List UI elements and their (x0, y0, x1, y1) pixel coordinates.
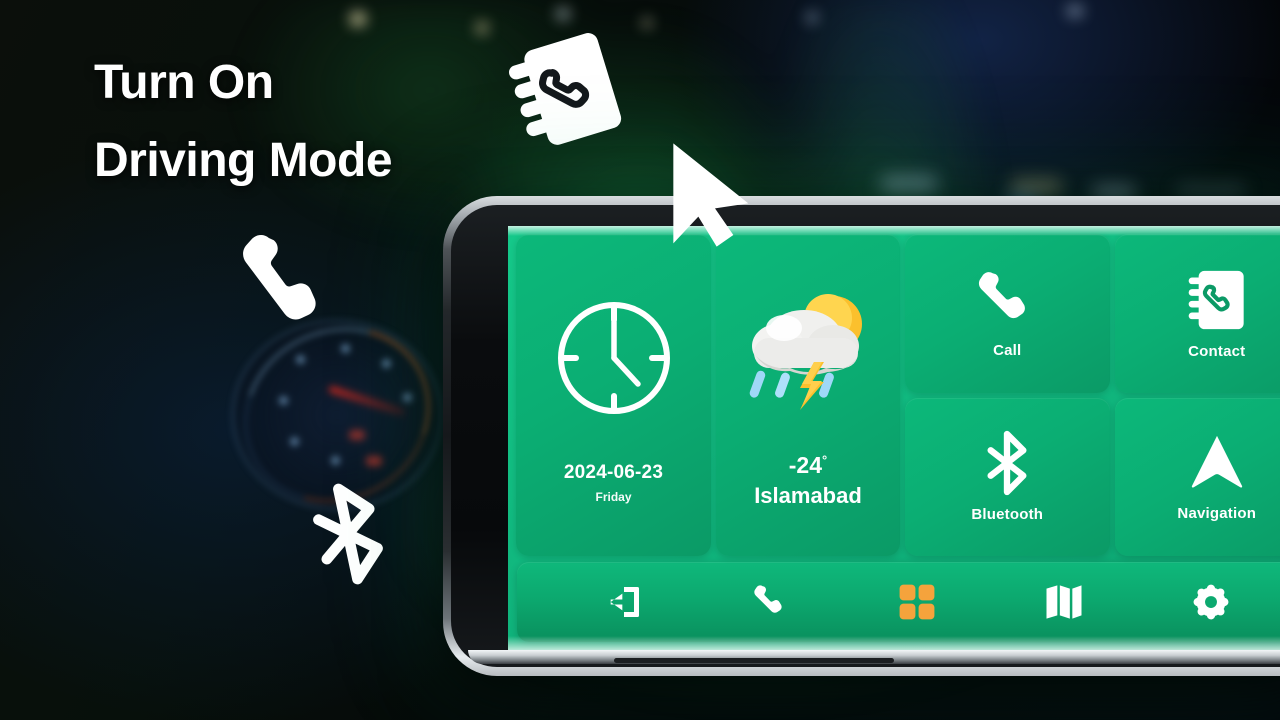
weather-temp-value: -24 (788, 451, 823, 478)
nav-item-apps[interactable] (891, 576, 943, 628)
grid-apps-icon (900, 584, 935, 620)
gear-icon (1193, 584, 1229, 620)
app-tile-row-top: Call Contact (905, 234, 1280, 393)
navigation-arrow-icon (1191, 436, 1242, 488)
phone-handset-icon (243, 235, 316, 320)
clock-date: 2024-06-23 (563, 462, 664, 483)
background-light (350, 12, 366, 26)
app-tile-column: Call Contact Bluetooth Navigation (905, 234, 1280, 556)
contacts-book-icon (1188, 270, 1244, 329)
contact-tile-label: Contact (1188, 342, 1246, 360)
call-tile-label: Call (993, 341, 1022, 359)
home-tile-grid: 2024-06-23 Friday -24° Islamabad Call Co… (512, 231, 1280, 556)
phone-handset-icon (979, 271, 1026, 318)
nav-item-settings[interactable] (1185, 576, 1237, 628)
bluetooth-tile-label: Bluetooth (971, 506, 1044, 524)
background-light (476, 22, 488, 34)
headline-line-1: Turn On (94, 56, 274, 109)
nav-item-phone[interactable] (745, 576, 797, 628)
app-tile-row-bottom: Bluetooth Navigation (905, 397, 1280, 556)
exit-door-icon (610, 587, 640, 617)
analog-clock-icon (557, 302, 670, 414)
cloud-sun-rain-lightning-icon (749, 293, 862, 410)
navigation-tile[interactable]: Navigation (1114, 397, 1280, 556)
phone-screen: 2024-06-23 Friday -24° Islamabad Call Co… (508, 226, 1280, 650)
weather-temperature: -24° (789, 452, 827, 479)
gauge-warning-light (365, 455, 382, 466)
map-icon (1046, 585, 1082, 619)
phone-bottom-slot (614, 658, 894, 663)
bluetooth-icon (987, 431, 1027, 496)
background-road-marker (880, 176, 938, 192)
call-tile[interactable]: Call (905, 234, 1110, 393)
bluetooth-icon (313, 483, 383, 585)
gauge-tick (289, 437, 299, 447)
phone-handset-icon (754, 585, 782, 613)
gauge-tick (402, 392, 412, 402)
background-road-marker (1010, 180, 1062, 194)
background-light (642, 18, 652, 28)
background-light (1066, 4, 1084, 18)
contact-tile[interactable]: Contact (1114, 234, 1280, 393)
degree-symbol: ° (822, 451, 828, 467)
nav-item-exit[interactable] (598, 576, 650, 628)
background-light (806, 12, 818, 23)
weather-city: Islamabad (754, 482, 862, 508)
headline-line-2: Driving Mode (94, 134, 393, 187)
clock-tile[interactable]: 2024-06-23 Friday (516, 234, 711, 556)
gauge-tick (330, 455, 340, 465)
gauge-warning-light (349, 429, 366, 440)
clock-day: Friday (595, 490, 632, 504)
background-light (556, 8, 570, 20)
cursor-arrow-icon (673, 143, 749, 247)
weather-tile[interactable]: -24° Islamabad (716, 234, 900, 556)
screenshot-stage: Turn On Driving Mode 2024-06-23 Friday -… (0, 0, 1280, 720)
page-title: Turn On Driving Mode (94, 44, 393, 200)
bottom-navigation-bar (517, 562, 1280, 642)
navigation-tile-label: Navigation (1177, 505, 1257, 523)
nav-item-map[interactable] (1038, 576, 1090, 628)
bluetooth-tile[interactable]: Bluetooth (905, 397, 1110, 556)
